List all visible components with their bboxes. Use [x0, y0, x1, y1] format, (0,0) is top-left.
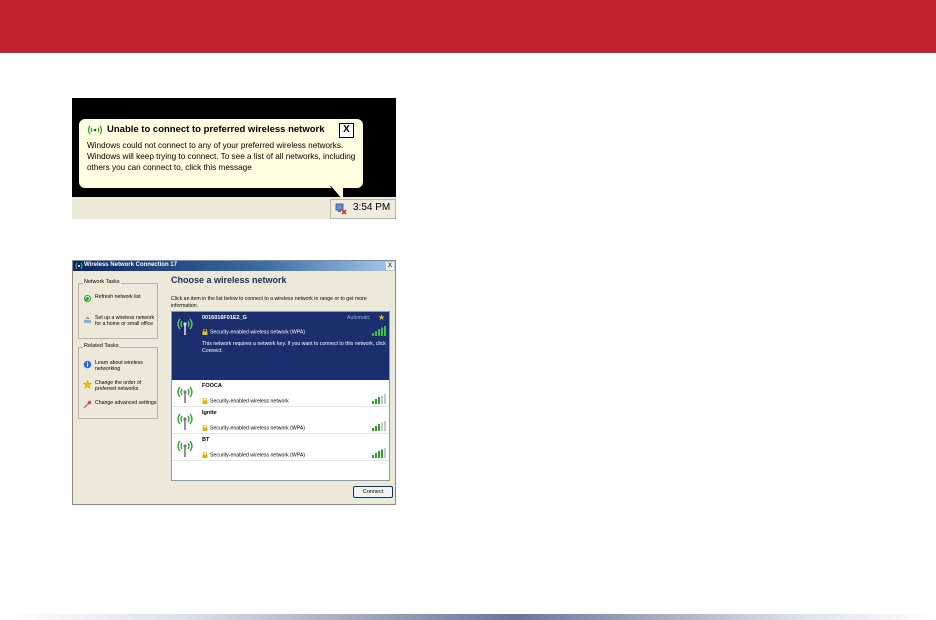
- instruction-text: Click an item in the list below to conne…: [171, 296, 367, 309]
- related-tasks-pane: Related Tasks Learn about wireless netwo…: [78, 343, 158, 419]
- star-icon: [83, 380, 92, 389]
- task-learn-wireless[interactable]: Learn about wireless networking: [83, 360, 157, 376]
- wireless-antenna-icon: [177, 386, 193, 403]
- network-security-label: Security-enabled wireless network: [210, 398, 289, 405]
- notification-balloon[interactable]: Unable to connect to preferred wireless …: [78, 118, 364, 202]
- wireless-antenna-icon: [177, 413, 193, 430]
- network-security: Security-enabled wireless network (WPA): [202, 425, 305, 431]
- network-tasks-title: Network Tasks: [83, 279, 121, 285]
- task-label: Refresh network list: [95, 294, 141, 300]
- header-bar: [0, 0, 936, 53]
- network-name: Ignite: [202, 410, 217, 416]
- balloon-title: Unable to connect to preferred wireless …: [107, 124, 325, 135]
- wireless-antenna-icon: [177, 318, 193, 335]
- network-error-icon[interactable]: [335, 203, 347, 215]
- footer-gradient-line: [0, 614, 936, 620]
- task-label: Change the order of preferred networks: [95, 380, 142, 392]
- connect-button[interactable]: Connect: [353, 486, 393, 498]
- task-refresh-network-list[interactable]: Refresh network list: [83, 294, 157, 310]
- related-tasks-title: Related Tasks: [83, 343, 120, 349]
- balloon-screenshot: Unable to connect to preferred wireless …: [72, 98, 396, 219]
- network-item[interactable]: Ignite Security-enabled wireless network…: [172, 407, 389, 434]
- network-security-label: Security-enabled wireless network (WPA): [210, 329, 306, 336]
- network-item[interactable]: BT Security-enabled wireless network (WP…: [172, 434, 389, 461]
- lock-icon: [202, 425, 208, 431]
- network-list[interactable]: 0016016F01E2_G Automatic ★ Security-enab…: [171, 311, 390, 481]
- info-icon: [83, 360, 92, 369]
- balloon-message[interactable]: Windows could not connect to any of your…: [87, 140, 357, 173]
- wireless-antenna-icon: [177, 440, 193, 457]
- task-change-advanced-settings[interactable]: Change advanced settings: [83, 400, 157, 416]
- network-item[interactable]: FOOCA Security-enabled wireless network: [172, 380, 389, 407]
- signal-strength-icon: [372, 421, 386, 431]
- lock-icon: [202, 329, 208, 335]
- signal-strength-icon: [372, 394, 386, 404]
- dialog-title: Wireless Network Connection 17: [84, 262, 177, 268]
- system-clock[interactable]: 3:54 PM: [353, 202, 390, 213]
- signal-strength-icon: [372, 448, 386, 458]
- lock-icon: [202, 452, 208, 458]
- system-tray: 3:54 PM: [330, 199, 396, 219]
- network-security: Security-enabled wireless network (WPA): [202, 452, 305, 458]
- network-item-selected[interactable]: 0016016F01E2_G Automatic ★ Security-enab…: [172, 312, 389, 380]
- task-label: Learn about wireless networking: [95, 360, 143, 372]
- lock-icon: [202, 398, 208, 404]
- task-setup-wireless-network[interactable]: Set up a wireless network for a home or …: [83, 315, 157, 331]
- network-name: FOOCA: [202, 383, 222, 389]
- network-description: This network requires a network key. If …: [202, 341, 386, 354]
- task-change-order[interactable]: Change the order of preferred networks: [83, 380, 157, 396]
- task-label: Set up a wireless network for a home or …: [95, 315, 155, 327]
- network-security: Security-enabled wireless network: [202, 398, 289, 404]
- preferred-star-icon: ★: [378, 313, 386, 322]
- signal-strength-icon: [372, 326, 386, 336]
- network-security: Security-enabled wireless network (WPA): [202, 329, 305, 335]
- taskbar: 3:54 PM: [72, 197, 396, 219]
- wireless-signal-icon: [87, 125, 103, 135]
- network-security-label: Security-enabled wireless network (WPA): [210, 425, 306, 432]
- network-status: Automatic: [347, 315, 371, 321]
- task-label: Change advanced settings: [95, 400, 157, 406]
- setup-network-icon: [84, 317, 91, 323]
- network-security-label: Security-enabled wireless network (WPA): [210, 452, 306, 459]
- settings-icon: [83, 400, 92, 409]
- balloon-close-button[interactable]: X: [339, 123, 354, 138]
- network-name: BT: [202, 437, 210, 443]
- refresh-icon: [84, 295, 91, 302]
- dialog-titlebar: Wireless Network Connection 17 X: [73, 261, 395, 271]
- wireless-icon: [75, 262, 83, 270]
- network-tasks-pane: Network Tasks Refresh network list Set u…: [78, 279, 158, 339]
- network-name: 0016016F01E2_G: [202, 315, 247, 321]
- dialog-close-button[interactable]: X: [386, 262, 394, 270]
- dialog-heading: Choose a wireless network: [171, 275, 287, 285]
- wireless-dialog-screenshot: Wireless Network Connection 17 X Network…: [72, 260, 396, 505]
